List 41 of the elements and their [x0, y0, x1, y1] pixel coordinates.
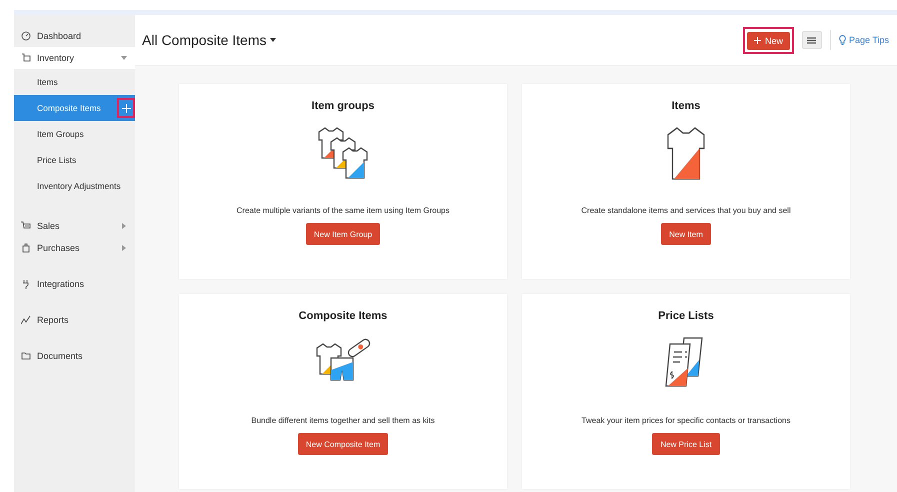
caret-down-icon — [121, 55, 127, 61]
card-title: Items — [672, 100, 700, 112]
page-title[interactable]: All Composite Items — [142, 32, 276, 48]
nav-item[interactable]: Reports — [14, 309, 135, 331]
new-button[interactable]: New — [746, 32, 790, 50]
create-button[interactable]: New Item — [661, 223, 711, 245]
nav-item[interactable]: Documents — [14, 345, 135, 367]
card-description: Tweak your item prices for specific contacts or transactions — [582, 416, 790, 425]
caret-down-icon — [270, 38, 276, 42]
nav-item[interactable]: Inventory — [14, 47, 135, 69]
nav-item[interactable]: Sales — [14, 215, 135, 237]
dashboard-icon — [21, 31, 31, 41]
submenu-item[interactable]: Items — [14, 69, 135, 95]
card-title: Item groups — [312, 100, 374, 112]
create-button[interactable]: New Price List — [652, 433, 720, 455]
folder-icon — [21, 351, 31, 361]
plug-icon — [21, 279, 31, 289]
menu-icon — [807, 36, 816, 44]
submenu-item[interactable]: Composite Items — [14, 95, 135, 121]
chart-line-icon — [21, 315, 31, 325]
create-button[interactable]: New Composite Item — [298, 433, 388, 455]
submenu-item[interactable]: Item Groups — [14, 121, 135, 147]
card-description: Create multiple variants of the same item using Item Groups — [236, 206, 450, 215]
plus-icon — [754, 36, 761, 44]
card-description: Bundle different items together and sell them as kits — [251, 416, 435, 425]
menu-button[interactable] — [802, 31, 822, 49]
plus-icon — [122, 104, 130, 112]
bag-icon — [21, 243, 31, 253]
submenu-item[interactable]: Price Lists — [14, 147, 135, 173]
lightbulb-icon — [838, 35, 846, 45]
nav-item[interactable]: Purchases — [14, 237, 135, 259]
page-tips-link[interactable]: Page Tips — [838, 35, 889, 45]
create-button[interactable]: New Item Group — [306, 223, 380, 245]
caret-right-icon — [121, 223, 127, 229]
nav-item[interactable]: Integrations — [14, 273, 135, 295]
nav-item[interactable]: Dashboard — [14, 25, 135, 47]
card-title: Composite Items — [298, 310, 388, 322]
caret-right-icon — [121, 245, 127, 251]
submenu-item[interactable]: Inventory Adjustments — [14, 173, 135, 199]
card-description: Create standalone items and services that you buy and sell — [581, 206, 791, 215]
card-title: Price Lists — [658, 310, 714, 322]
